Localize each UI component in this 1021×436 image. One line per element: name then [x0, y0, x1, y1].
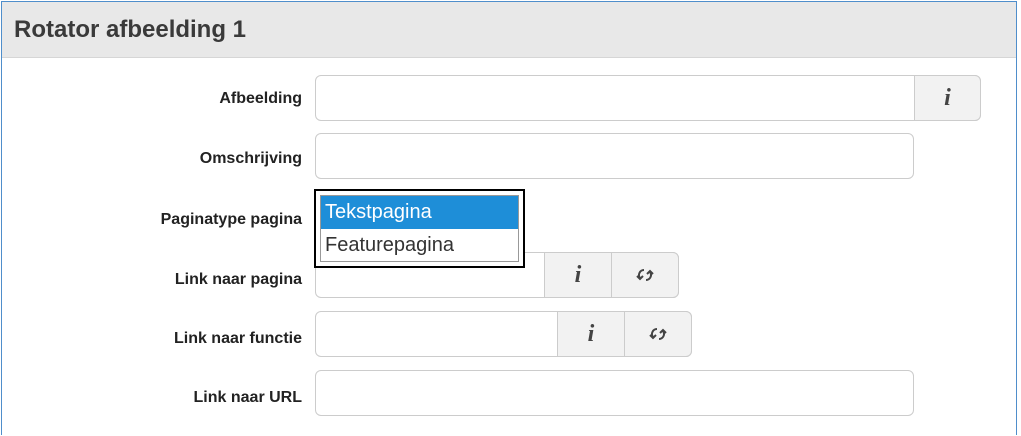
info-icon: i	[944, 84, 951, 111]
link-functie-info-button[interactable]: i	[557, 311, 625, 357]
dropdown-option-tekstpagina[interactable]: Tekstpagina	[321, 196, 518, 229]
afbeelding-field[interactable]: i	[315, 75, 981, 121]
info-icon: i	[574, 261, 582, 288]
refresh-icon	[649, 326, 667, 342]
link-functie-field[interactable]: i	[315, 311, 692, 357]
paginatype-dropdown-list[interactable]: Tekstpagina Featurepagina	[314, 189, 525, 268]
refresh-icon	[636, 267, 654, 283]
link-functie-refresh-button[interactable]	[624, 311, 692, 357]
omschrijving-field[interactable]	[315, 133, 914, 179]
link-url-label: Link naar URL	[193, 389, 302, 406]
link-pagina-refresh-button[interactable]	[611, 252, 679, 298]
link-functie-label: Link naar functie	[173, 330, 302, 347]
afbeelding-label: Afbeelding	[219, 90, 302, 107]
link-url-field[interactable]	[315, 370, 914, 416]
afbeelding-info-button[interactable]: i	[914, 75, 981, 121]
panel-title: Rotator afbeelding 1	[14, 16, 247, 43]
link-pagina-info-button[interactable]: i	[544, 252, 612, 298]
dropdown-option-featurepagina[interactable]: Featurepagina	[321, 229, 518, 262]
dropdown-options: Tekstpagina Featurepagina	[320, 195, 519, 262]
paginatype-label: Paginatype pagina	[160, 211, 302, 228]
omschrijving-label: Omschrijving	[199, 150, 302, 167]
panel-header: Rotator afbeelding 1	[2, 2, 1016, 58]
link-pagina-label: Link naar pagina	[174, 271, 302, 288]
info-icon: i	[587, 320, 595, 347]
